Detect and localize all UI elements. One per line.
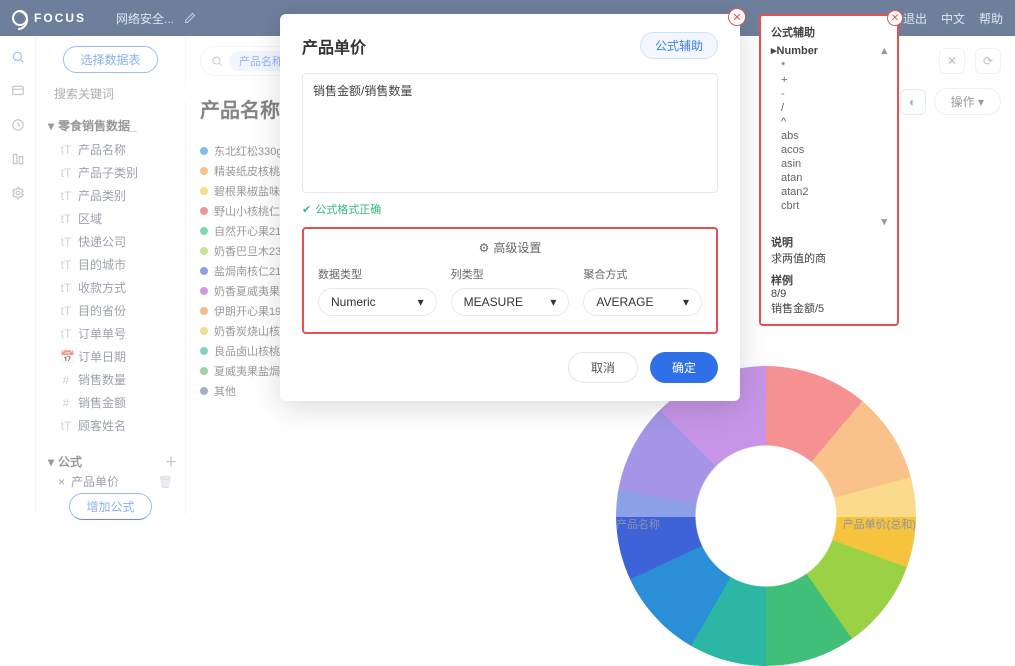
formula-valid-msg: ✔公式格式正确 (302, 201, 718, 217)
helper-op[interactable]: atan2 (771, 185, 887, 199)
helper-category[interactable]: ▸ Number▴ (771, 44, 887, 57)
modal-close-icon[interactable]: ✕ (728, 8, 746, 26)
dtype-select[interactable]: Numeric▾ (318, 288, 437, 316)
chevron-down-icon: ▾ (550, 295, 556, 309)
chevron-down-icon: ▾ (683, 295, 689, 309)
helper-op[interactable]: ^ (771, 115, 887, 129)
formula-textarea[interactable]: 销售金额/销售数量 (302, 73, 718, 193)
agg-select[interactable]: AVERAGE▾ (583, 288, 702, 316)
helper-example-1: 8/9 (771, 288, 887, 300)
formula-helper-panel: ✕ 公式辅助 ▸ Number▴ *+-/^absacosasinatanata… (759, 14, 899, 326)
advanced-settings: ⚙高级设置 数据类型 Numeric▾ 列类型 MEASURE▾ 聚合方式 AV… (302, 227, 718, 334)
helper-example-label: 样例 (771, 275, 793, 287)
helper-op[interactable]: acos (771, 143, 887, 157)
axis-left-label: 产品名称 (616, 516, 660, 532)
ok-button[interactable]: 确定 (650, 352, 718, 383)
helper-op[interactable]: - (771, 87, 887, 101)
formula-assist-button[interactable]: 公式辅助 (640, 32, 718, 59)
ctype-select[interactable]: MEASURE▾ (451, 288, 570, 316)
helper-desc: 求两值的商 (771, 250, 887, 266)
dtype-label: 数据类型 (318, 266, 437, 282)
helper-desc-label: 说明 (771, 237, 793, 249)
modal-title: 产品单价 (302, 34, 366, 58)
cancel-button[interactable]: 取消 (568, 352, 638, 383)
ctype-label: 列类型 (451, 266, 570, 282)
agg-label: 聚合方式 (583, 266, 702, 282)
chevron-down-icon: ▾ (418, 295, 424, 309)
formula-modal: ✕ 产品单价 公式辅助 销售金额/销售数量 ✔公式格式正确 ⚙高级设置 数据类型… (280, 14, 740, 401)
axis-labels: 产品名称 产品单价(总和) (616, 516, 916, 532)
helper-op[interactable]: * (771, 59, 887, 73)
axis-right-label: 产品单价(总和) (843, 516, 916, 532)
helper-scroll-down-icon[interactable]: ▾ (881, 215, 887, 228)
helper-op[interactable]: abs (771, 129, 887, 143)
helper-close-icon[interactable]: ✕ (887, 10, 903, 26)
formula-text: 销售金额/销售数量 (313, 84, 412, 98)
helper-title: 公式辅助 (771, 24, 887, 40)
helper-op[interactable]: cbrt (771, 199, 887, 213)
advanced-title[interactable]: ⚙高级设置 (318, 239, 702, 256)
helper-op[interactable]: / (771, 101, 887, 115)
helper-op[interactable]: asin (771, 157, 887, 171)
helper-example-2: 销售金额/5 (771, 300, 887, 316)
helper-op[interactable]: atan (771, 171, 887, 185)
helper-op[interactable]: + (771, 73, 887, 87)
